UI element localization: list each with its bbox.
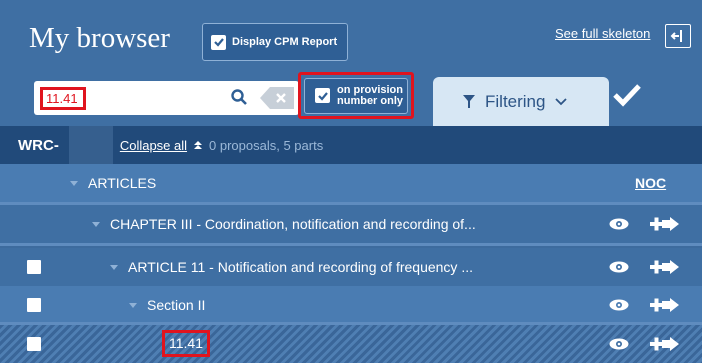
- double-chevron-up-icon[interactable]: [193, 140, 203, 150]
- collapse-panel-button[interactable]: [665, 24, 691, 48]
- eye-icon[interactable]: [609, 261, 629, 273]
- noc-link[interactable]: NOC: [635, 175, 666, 191]
- tree-row-provision-11-41[interactable]: 11.41: [0, 325, 702, 363]
- filtering-label: Filtering: [485, 91, 546, 111]
- eye-icon[interactable]: [609, 338, 629, 350]
- provision-number-label[interactable]: 11.41: [162, 330, 210, 357]
- tree-label-article-11: ARTICLE 11 - Notification and recording …: [128, 259, 473, 275]
- collapse-all-link[interactable]: Collapse all: [120, 138, 187, 153]
- filter-icon: [463, 95, 475, 108]
- search-input[interactable]: [40, 87, 86, 110]
- collapse-panel-icon: [670, 30, 682, 42]
- apply-filter-check-icon[interactable]: [612, 80, 642, 110]
- checkbox-checked-icon: [315, 88, 330, 103]
- caret-down-icon[interactable]: [92, 221, 100, 227]
- tree-row-article-11[interactable]: ARTICLE 11 - Notification and recording …: [0, 248, 702, 286]
- eye-icon[interactable]: [609, 299, 629, 311]
- page-title: My browser: [29, 22, 170, 54]
- eye-icon[interactable]: [609, 218, 629, 230]
- provision-number-only-toggle[interactable]: on provision number only: [298, 72, 414, 119]
- wrc-label: WRC-: [18, 136, 59, 154]
- tree-row-articles[interactable]: ARTICLES NOC: [0, 164, 702, 202]
- checkbox-checked-icon: [211, 34, 226, 50]
- insert-arrow-icon[interactable]: [650, 217, 680, 231]
- wrc-bar: WRC- Collapse all 0 proposals, 5 parts: [0, 126, 702, 164]
- wrc-number-placeholder: [68, 126, 113, 164]
- tree-label-articles: ARTICLES: [88, 175, 157, 191]
- tree-label-chapter: CHAPTER III - Coordination, notification…: [110, 216, 476, 232]
- clear-search-icon[interactable]: [260, 87, 294, 109]
- insert-arrow-icon[interactable]: [650, 337, 680, 351]
- tree-row-chapter[interactable]: CHAPTER III - Coordination, notification…: [0, 205, 702, 243]
- row-checkbox[interactable]: [27, 298, 41, 312]
- tree-row-section-ii[interactable]: Section II: [0, 286, 702, 324]
- tree-label-section-ii: Section II: [147, 297, 206, 313]
- display-cpm-report-button[interactable]: Display CPM Report: [202, 23, 348, 61]
- row-checkbox[interactable]: [27, 337, 41, 351]
- caret-down-icon[interactable]: [110, 264, 118, 270]
- caret-down-icon[interactable]: [129, 302, 137, 308]
- see-full-skeleton-link[interactable]: See full skeleton: [555, 26, 650, 41]
- row-checkbox[interactable]: [27, 260, 41, 274]
- search-box: [34, 81, 299, 115]
- caret-down-icon[interactable]: [70, 180, 78, 186]
- chevron-down-icon: [555, 97, 568, 105]
- provision-toggle-label: on provision number only: [337, 83, 404, 107]
- filtering-tab[interactable]: Filtering: [433, 77, 609, 126]
- search-icon[interactable]: [231, 89, 247, 105]
- cpm-button-label: Display CPM Report: [232, 36, 338, 48]
- insert-arrow-icon[interactable]: [650, 298, 680, 312]
- proposal-counts: 0 proposals, 5 parts: [209, 137, 324, 153]
- provision-toggle-button[interactable]: on provision number only: [304, 77, 408, 114]
- divider: [0, 243, 702, 246]
- insert-arrow-icon[interactable]: [650, 260, 680, 274]
